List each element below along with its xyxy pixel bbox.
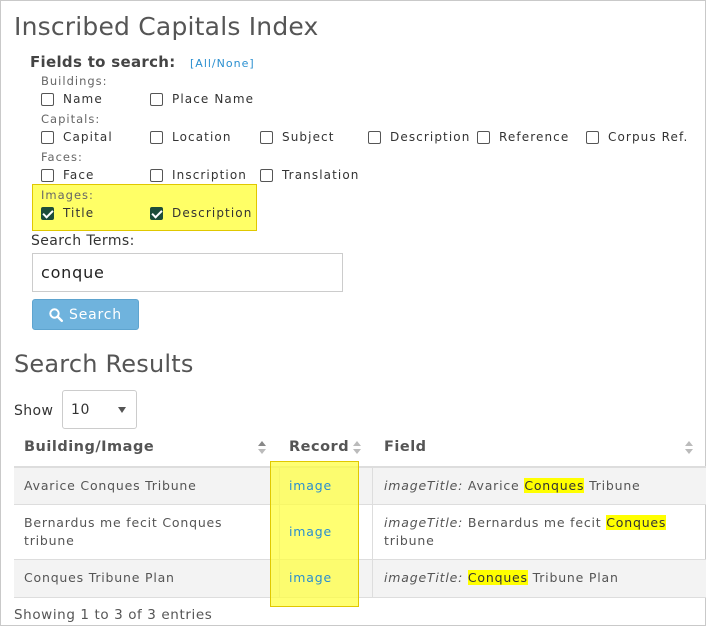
checkbox-label: Title (63, 206, 95, 220)
sort-icon[interactable] (685, 441, 693, 455)
search-terms-input[interactable] (32, 253, 343, 292)
field-text: tribune (384, 533, 435, 548)
checkbox-label: Corpus Ref. (608, 130, 689, 144)
match-highlight: Conques (524, 478, 585, 493)
record-link[interactable]: image (289, 478, 332, 493)
search-icon (49, 307, 64, 322)
match-highlight: Conques (467, 570, 528, 585)
checkbox-image-title[interactable]: Title (41, 205, 94, 221)
checkbox-box-checked[interactable] (150, 206, 163, 220)
checkbox-inscription[interactable]: Inscription (150, 167, 247, 183)
record-link[interactable]: image (289, 524, 332, 539)
column-header-building-image[interactable]: Building/Image (24, 439, 154, 455)
checkbox-translation[interactable]: Translation (260, 167, 360, 183)
checkbox-box[interactable] (368, 130, 381, 144)
checkbox-box[interactable] (150, 168, 163, 182)
checkbox-label: Translation (282, 168, 360, 182)
table-row: Bernardus me fecit Conques tribune image… (14, 505, 706, 560)
checkbox-label: Subject (282, 130, 335, 144)
cell-field: imageTitle: Conques Tribune Plan (384, 569, 699, 587)
checkbox-corpus-ref[interactable]: Corpus Ref. (586, 129, 688, 145)
search-terms-label: Search Terms: (31, 233, 135, 249)
column-divider (372, 560, 373, 597)
table-row: Avarice Conques Tribune image imageTitle… (14, 468, 706, 505)
checkbox-building-place-name[interactable]: Place Name (150, 91, 254, 107)
match-highlight: Conques (606, 515, 667, 530)
record-link[interactable]: image (289, 570, 332, 585)
field-text: Bernardus me fecit (463, 515, 607, 530)
cell-record: image (289, 569, 332, 587)
cell-field: imageTitle: Bernardus me fecit Conques t… (384, 514, 686, 550)
cell-building: Conques Tribune Plan (24, 570, 175, 585)
checkbox-label: Name (63, 92, 103, 106)
field-name: imageTitle: (384, 570, 464, 585)
checkbox-box[interactable] (41, 130, 54, 144)
checkbox-box[interactable] (260, 168, 273, 182)
checkbox-image-description[interactable]: Description (150, 205, 252, 221)
all-none-toggle[interactable]: [All/None] (190, 57, 255, 70)
show-label: Show (14, 403, 54, 419)
chevron-down-icon (118, 407, 126, 413)
checkbox-label: Face (63, 168, 95, 182)
checkbox-label: Place Name (172, 92, 255, 106)
buildings-group-label: Buildings: (41, 74, 108, 88)
checkbox-box[interactable] (41, 92, 54, 106)
results-title: Search Results (14, 350, 194, 378)
checkbox-label: Capital (63, 130, 113, 144)
faces-group-label: Faces: (41, 150, 83, 164)
checkbox-label: Description (172, 206, 253, 220)
capitals-group-label: Capitals: (41, 112, 101, 126)
checkbox-subject[interactable]: Subject (260, 129, 335, 145)
cell-record: image (289, 523, 332, 541)
page-frame: Inscribed Capitals Index Fields to searc… (0, 0, 706, 626)
field-text: Tribune Plan (527, 570, 619, 585)
checkbox-box[interactable] (586, 130, 599, 144)
cell-building: Avarice Conques Tribune (24, 478, 197, 493)
field-text: Tribune (584, 478, 641, 493)
column-divider (372, 468, 373, 504)
search-button-label: Search (69, 306, 122, 323)
checkbox-box[interactable] (260, 130, 273, 144)
checkbox-label: Inscription (172, 168, 247, 182)
field-text: Avarice (463, 478, 525, 493)
checkbox-label: Description (390, 130, 471, 144)
table-row: Conques Tribune Plan image imageTitle: C… (14, 560, 706, 598)
checkbox-box-checked[interactable] (41, 206, 54, 220)
table-info-footer: Showing 1 to 3 of 3 entries (14, 607, 213, 623)
checkbox-capital[interactable]: Capital (41, 129, 113, 145)
checkbox-building-name[interactable]: Name (41, 91, 103, 107)
column-header-record[interactable]: Record (289, 439, 349, 455)
sort-icon[interactable] (353, 441, 361, 455)
checkbox-box[interactable] (41, 168, 54, 182)
checkbox-label: Location (172, 130, 232, 144)
checkbox-box[interactable] (150, 92, 163, 106)
checkbox-reference[interactable]: Reference (477, 129, 569, 145)
checkbox-face[interactable]: Face (41, 167, 95, 183)
fields-to-search-label: Fields to search: (30, 53, 176, 71)
page-title: Inscribed Capitals Index (14, 12, 319, 41)
checkbox-box[interactable] (477, 130, 490, 144)
page-size-select[interactable]: 10 (62, 390, 137, 429)
images-group-label: Images: (41, 188, 94, 202)
checkbox-location[interactable]: Location (150, 129, 232, 145)
checkbox-capital-description[interactable]: Description (368, 129, 470, 145)
cell-field: imageTitle: Avarice Conques Tribune (384, 477, 699, 495)
field-name: imageTitle: (384, 515, 464, 530)
page-size-value: 10 (71, 401, 91, 418)
cell-building: Bernardus me fecit Conques tribune (24, 515, 223, 548)
field-name: imageTitle: (384, 478, 464, 493)
column-header-field[interactable]: Field (384, 439, 427, 455)
column-divider (372, 505, 373, 559)
checkbox-label: Reference (499, 130, 570, 144)
sort-icon[interactable] (258, 441, 266, 455)
checkbox-box[interactable] (150, 130, 163, 144)
search-button[interactable]: Search (32, 299, 139, 330)
cell-record: image (289, 477, 332, 495)
